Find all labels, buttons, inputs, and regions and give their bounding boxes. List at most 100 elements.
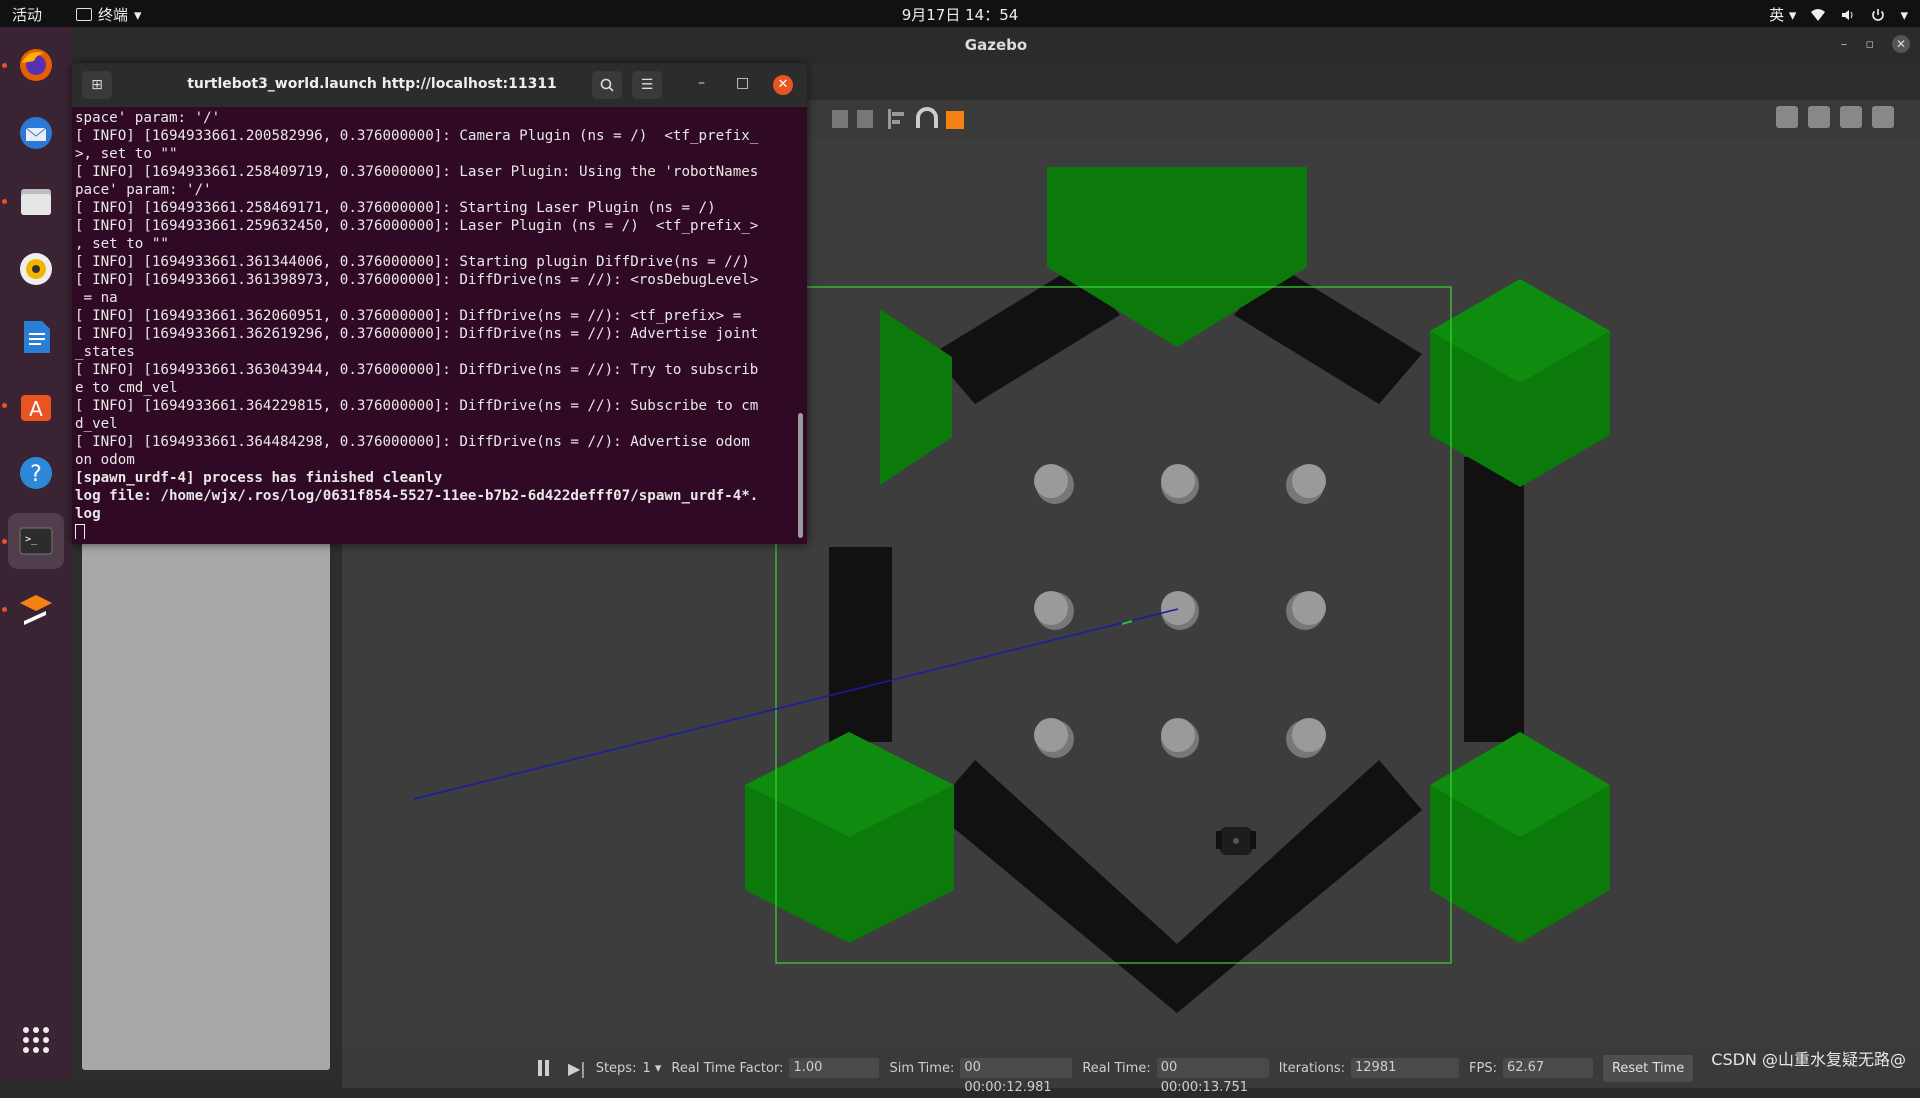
post [1286, 718, 1326, 758]
change-mode-icon [946, 111, 964, 129]
firefox-icon [20, 49, 52, 81]
activities-button[interactable]: 活动 [12, 4, 42, 25]
post [1034, 464, 1074, 504]
dock-writer[interactable] [8, 309, 64, 365]
dock-thunderbird[interactable] [8, 105, 64, 161]
wall-left [829, 547, 892, 742]
paste-icon [857, 110, 873, 128]
rtf-value: 1.00 [789, 1058, 880, 1078]
software-store-icon: A [21, 395, 51, 421]
dock-files[interactable] [2, 173, 64, 229]
post [1286, 591, 1326, 630]
window-controls: – ▫ ✕ [1841, 35, 1910, 53]
wall-bottom-right [1177, 760, 1422, 1013]
terminal-line: [spawn_urdf-4] process has finished clea… [75, 470, 443, 486]
sim-time-label: Sim Time: [889, 1060, 955, 1076]
log-icon[interactable] [1808, 106, 1830, 128]
align-icon [888, 109, 891, 129]
close-button[interactable]: ✕ [1892, 35, 1910, 53]
terminal-line: _states [75, 344, 135, 360]
minimize-button[interactable]: – [1841, 37, 1848, 52]
sim-time-value: 00 00:00:12.981 [960, 1058, 1073, 1095]
show-apps-button[interactable] [8, 1012, 64, 1068]
terminal-line: [ INFO] [1694933661.258469171, 0.3760000… [75, 200, 716, 216]
close-button[interactable]: ✕ [773, 75, 793, 95]
running-indicator [2, 403, 7, 408]
terminal-line: log [75, 506, 101, 522]
app-menu-label: 终端 [98, 6, 129, 24]
terminal-line: space' param: '/' [75, 110, 221, 126]
terminal-line: [ INFO] [1694933661.364484298, 0.3760000… [75, 434, 750, 450]
dock-help[interactable]: ? [8, 445, 64, 501]
toolbar-left-tools [832, 107, 964, 129]
terminal-line: log file: /home/wjx/.ros/log/0631f854-55… [75, 488, 759, 504]
search-button[interactable] [592, 71, 622, 99]
dock-firefox[interactable] [2, 37, 64, 93]
wall-bottom-left [932, 760, 1177, 1013]
svg-text:>_: >_ [25, 534, 38, 545]
app-menu[interactable]: 终端 ▾ [76, 4, 142, 25]
reset-time-button[interactable]: Reset Time [1602, 1054, 1694, 1082]
power-icon [1872, 8, 1885, 21]
system-tray[interactable]: 英 ▾ ▾ [1769, 4, 1908, 25]
watermark: CSDN @山重水复疑无路@ [1711, 1050, 1906, 1069]
toolbar-right [1776, 106, 1894, 128]
chevron-down-icon: ▾ [134, 5, 142, 24]
turtlebot-robot [1216, 827, 1256, 855]
maximize-button[interactable]: ▫ [1865, 37, 1874, 52]
files-icon [21, 189, 51, 215]
chevron-down-icon: ▾ [1900, 5, 1908, 24]
cylinder-posts [1034, 464, 1326, 758]
post [1286, 464, 1326, 504]
minimize-button[interactable]: – [698, 75, 705, 91]
grid-icon [23, 1027, 49, 1053]
menu-button[interactable]: ☰ [632, 71, 662, 99]
terminal-line: [ INFO] [1694933661.258409719, 0.3760000… [75, 164, 759, 180]
dock-terminal[interactable]: >_ [2, 513, 64, 569]
running-indicator [2, 63, 7, 68]
post [1161, 718, 1199, 758]
hex-top-left-partial [880, 309, 952, 485]
video-record-icon[interactable] [1872, 106, 1894, 128]
dock-software[interactable]: A [2, 377, 64, 433]
terminal-line: >, set to "" [75, 146, 178, 162]
clock[interactable]: 9月17日 14：54 [902, 6, 1019, 24]
terminal-line: [ INFO] [1694933661.361344006, 0.3760000… [75, 254, 750, 270]
magnet-icon [916, 107, 938, 128]
terminal-icon: >_ [19, 527, 53, 555]
dock-gazebo[interactable] [2, 581, 64, 637]
copy-icon [832, 110, 848, 128]
maximize-button[interactable]: □ [736, 75, 749, 91]
pause-button[interactable] [538, 1060, 552, 1076]
thunderbird-icon [20, 117, 52, 149]
rhythmbox-icon [20, 253, 52, 285]
iterations-label: Iterations: [1278, 1060, 1345, 1076]
running-indicator [2, 199, 7, 204]
terminal-line: [ INFO] [1694933661.200582996, 0.3760000… [75, 128, 759, 144]
fps-value: 62.67 [1502, 1058, 1593, 1078]
screenshot-icon[interactable] [1776, 106, 1798, 128]
left-panel-lower[interactable] [82, 542, 330, 1070]
terminal-window[interactable]: ⊞ turtlebot3_world.launch http://localho… [72, 63, 807, 544]
terminal-icon [76, 8, 92, 21]
post [1034, 718, 1074, 758]
terminal-header: ⊞ turtlebot3_world.launch http://localho… [72, 63, 807, 107]
post [1034, 591, 1074, 630]
terminal-output[interactable]: space' param: '/' [ INFO] [1694933661.200… [75, 109, 797, 539]
terminal-line: [ INFO] [1694933661.363043944, 0.3760000… [75, 362, 759, 378]
wifi-icon [1811, 8, 1826, 21]
terminal-line: d_vel [75, 416, 118, 432]
input-method-indicator[interactable]: 英 ▾ [1769, 4, 1796, 25]
dock-rhythmbox[interactable] [8, 241, 64, 297]
scrollbar[interactable] [798, 413, 803, 538]
fps-label: FPS: [1469, 1060, 1497, 1076]
terminal-line: [ INFO] [1694933661.259632450, 0.3760000… [75, 218, 759, 234]
iterations-value: 12981 [1351, 1058, 1459, 1078]
new-tab-button[interactable]: ⊞ [82, 71, 112, 99]
steps-value[interactable]: 1 ▾ [642, 1061, 661, 1076]
terminal-line: pace' param: '/' [75, 182, 212, 198]
plot-icon[interactable] [1840, 106, 1862, 128]
step-button[interactable]: ▶| [568, 1059, 586, 1078]
wall-right [1464, 457, 1524, 742]
help-icon: ? [20, 457, 52, 489]
